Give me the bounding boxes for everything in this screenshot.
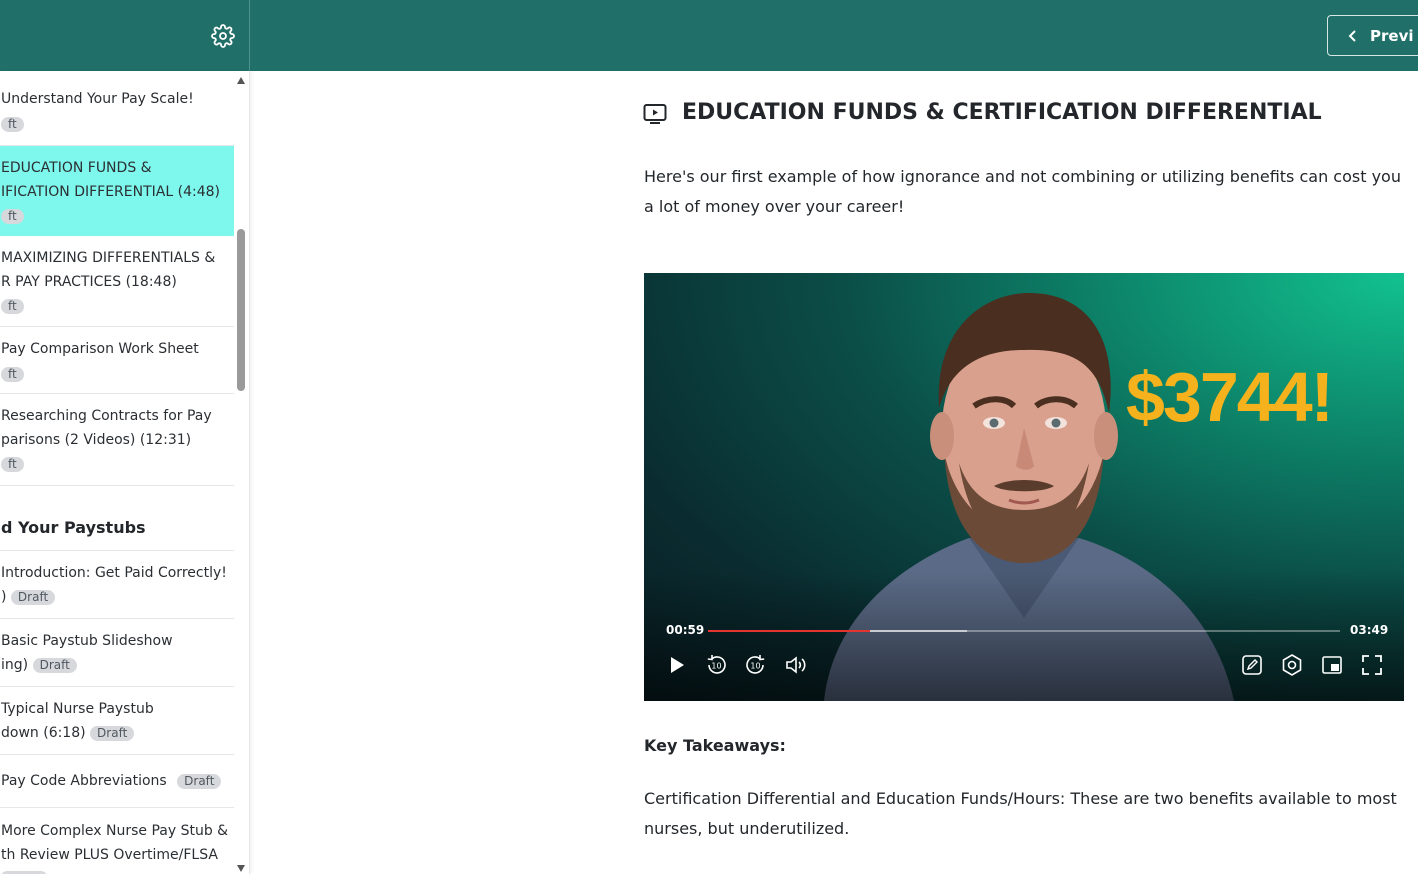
picture-in-picture-icon[interactable] [1320,653,1344,677]
lesson-item[interactable]: Basic Paystub Slideshow ing) Draft [0,619,234,687]
video-controls-gradient [644,571,1404,701]
draft-badge: ft [1,299,24,314]
lesson-item[interactable]: Pay Comparison Work Sheet ft [0,327,234,394]
lesson-item[interactable]: Understand Your Pay Scale! ft [0,77,234,146]
header-divider [249,0,250,71]
takeaway-paragraph: Certification Differential and Education… [644,789,1397,838]
volume-icon[interactable] [784,653,808,677]
lesson-item[interactable]: Typical Nurse Paystub down (6:18) Draft [0,687,234,755]
previous-lesson-button[interactable]: Previ [1327,15,1418,56]
notes-icon[interactable] [1240,653,1264,677]
played-progress [708,630,871,632]
previous-label: Previ [1370,26,1414,45]
lesson-title: EDUCATION FUNDS & [1,160,152,176]
lesson-title-line2: th Review PLUS Overtime/FLSA [1,847,218,863]
scroll-up-arrow-icon[interactable] [237,77,245,84]
chevron-left-icon [1348,29,1356,42]
draft-badge: ft [1,209,24,224]
lesson-title-line2: R PAY PRACTICES (18:48) [1,274,177,290]
seek-bar[interactable] [708,630,1340,632]
duration: 03:49 [1350,623,1389,637]
lesson-title: Researching Contracts for Pay [1,408,212,424]
curriculum-sidebar: Understand Your Pay Scale! ft EDUCATION … [0,71,250,874]
scroll-thumb[interactable] [237,229,245,391]
lesson-title: Pay Comparison Work Sheet [1,341,199,357]
lesson-title-line2: down (6:18) [1,725,86,741]
draft-badge: Draft [177,774,222,789]
lesson-item[interactable]: MAXIMIZING DIFFERENTIALS & R PAY PRACTIC… [0,236,234,327]
video-player[interactable]: $3744! 00:59 03:49 10 10 [644,273,1404,701]
gear-icon[interactable] [211,24,235,48]
draft-badge: Draft [10,590,56,605]
draft-badge: Draft [90,726,135,741]
draft-badge: ft [1,367,24,382]
play-icon[interactable] [664,653,688,677]
lesson-title-line2: ) [1,589,7,605]
lesson-title: Basic Paystub Slideshow [1,633,173,649]
lesson-item[interactable]: More Complex Nurse Pay Stub & th Review … [0,808,234,874]
lesson-item[interactable]: Pay Code Abbreviations Draft [0,755,234,808]
draft-badge: ft [1,457,24,472]
sidebar-scrollbar[interactable] [236,71,246,874]
scroll-down-arrow-icon[interactable] [237,865,245,872]
lesson-title-line2: ing) [1,657,29,673]
lesson-title: Pay Code Abbreviations [1,773,167,789]
forward-10-icon[interactable]: 10 [744,653,768,677]
lesson-title: Typical Nurse Paystub [1,701,154,717]
top-header: Previ [0,0,1418,71]
rewind-10-icon[interactable]: 10 [704,653,728,677]
lesson-item[interactable]: Researching Contracts for Pay parisons (… [0,394,234,486]
lesson-title-line2: parisons (2 Videos) (12:31) [1,432,192,448]
lesson-intro-text: Here's our first example of how ignoranc… [644,167,1401,216]
settings-icon[interactable] [1280,653,1304,677]
lesson-title-line2: IFICATION DIFFERENTIAL (4:48) [1,184,220,200]
lesson-title: MAXIMIZING DIFFERENTIALS & [1,250,216,266]
svg-text:10: 10 [750,662,760,671]
draft-badge: ft [1,117,24,132]
draft-badge: Draft [32,658,77,673]
lesson-title: Understand Your Pay Scale! [1,91,194,107]
lesson-item[interactable]: Introduction: Get Paid Correctly! ) Draf… [0,551,234,619]
lesson-title-heading: EDUCATION FUNDS & CERTIFICATION DIFFEREN… [682,100,1322,125]
key-takeaways-heading: Key Takeaways: [644,736,786,755]
section-title: d Your Paystubs [1,518,146,537]
svg-text:10: 10 [711,662,721,671]
lesson-title: Introduction: Get Paid Correctly! [1,565,227,581]
video-overlay-text: $3744! [1126,358,1334,436]
current-time: 00:59 [666,623,705,637]
video-lesson-icon [643,104,667,124]
fullscreen-icon[interactable] [1360,653,1384,677]
lesson-item-active[interactable]: EDUCATION FUNDS & IFICATION DIFFERENTIAL… [0,146,234,236]
lesson-title: More Complex Nurse Pay Stub & [1,823,229,839]
